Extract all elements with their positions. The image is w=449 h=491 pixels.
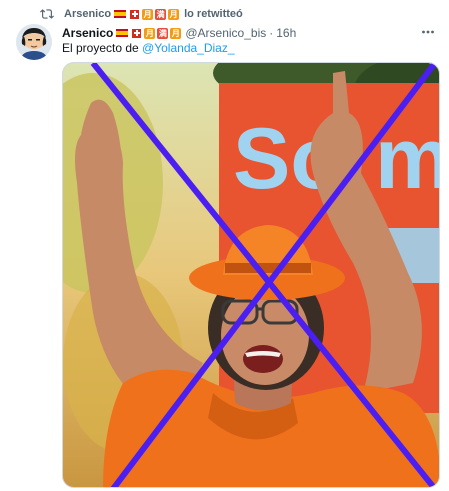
retweet-user[interactable]: Arsenico xyxy=(64,8,111,20)
media-photo: So m xyxy=(63,63,439,487)
kanji-badge-icon: 月 xyxy=(170,27,182,39)
separator-dot: · xyxy=(269,26,274,40)
mention-link[interactable]: @Yolanda_Diaz_ xyxy=(142,41,234,55)
avatar[interactable] xyxy=(16,24,52,60)
kanji-badge-icon: 月 xyxy=(144,27,156,39)
kanji-badge-icon: 満 xyxy=(157,27,169,39)
kanji-badge-icon: 月 xyxy=(168,8,180,20)
spain-flag-icon xyxy=(116,29,129,37)
kanji-badge-icon: 満 xyxy=(155,8,167,20)
tweet-media[interactable]: So m xyxy=(62,62,440,488)
swiss-flag-icon xyxy=(130,9,140,19)
retweet-indicator[interactable]: Arsenico 月 満 月 lo retwitteó xyxy=(40,6,243,22)
spain-flag-icon xyxy=(114,10,127,18)
avatar-image xyxy=(16,24,52,60)
more-icon[interactable] xyxy=(421,27,435,37)
swiss-flag-icon xyxy=(132,28,142,38)
tweet-timestamp[interactable]: 16h xyxy=(276,26,296,40)
retweet-icon xyxy=(40,9,54,19)
tweet-text-prefix: El proyecto de xyxy=(62,41,143,55)
author-handle[interactable]: @Arsenico_bis xyxy=(185,26,266,40)
tweet-text: El proyecto de @Yolanda_Diaz_ xyxy=(62,41,235,55)
kanji-badge-icon: 月 xyxy=(142,8,154,20)
tweet-header: Arsenico 月 満 月 @Arsenico_bis · 16h xyxy=(62,24,439,42)
retweet-label: lo retwitteó xyxy=(184,8,243,20)
author-name[interactable]: Arsenico xyxy=(62,26,113,40)
